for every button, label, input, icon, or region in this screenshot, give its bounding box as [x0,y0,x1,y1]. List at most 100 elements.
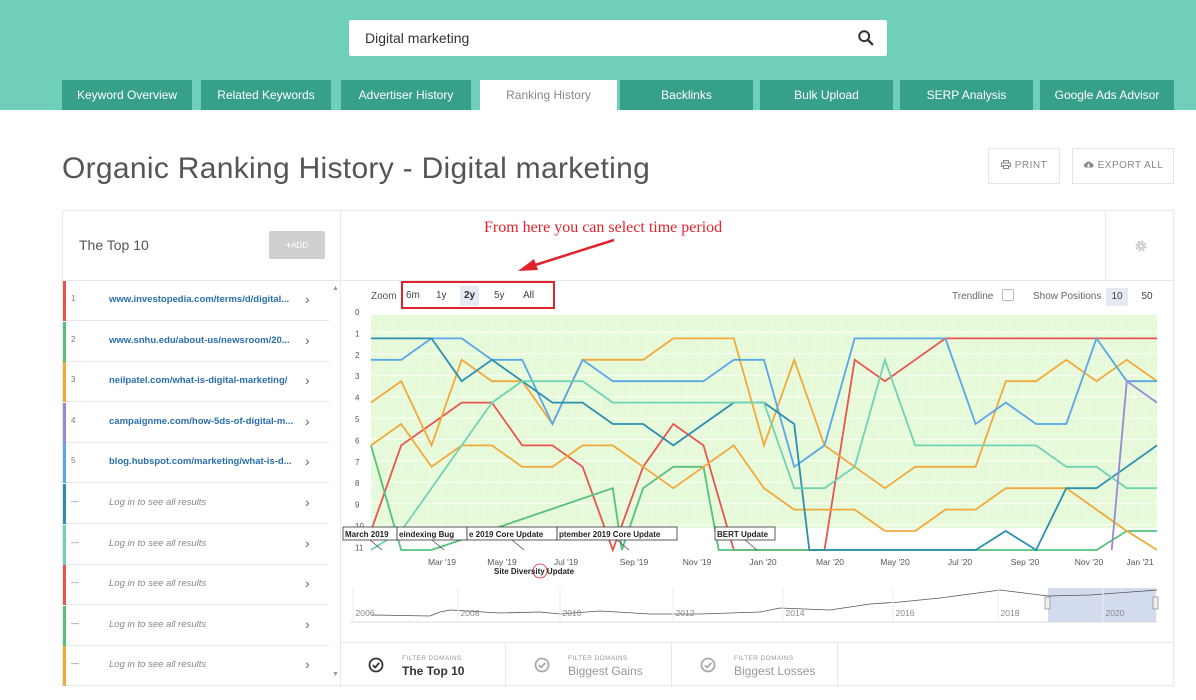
domain-row[interactable]: — Log in to see all results › [63,646,329,687]
search-icon[interactable] [857,29,875,47]
filter-tab-top10[interactable]: FILTER DOMAINS The Top 10 [340,643,506,687]
domain-rank: 1 [71,294,76,303]
domain-url[interactable]: Log in to see all results [109,578,304,589]
zoom-1y-button[interactable]: 1y [432,286,451,306]
trendline-checkbox[interactable] [1002,289,1014,301]
domain-row[interactable]: — Log in to see all results › [63,524,329,565]
check-circle-icon [700,657,716,673]
domain-color-bar [63,605,66,646]
domain-rank: 2 [71,334,76,344]
chevron-right-icon[interactable]: › [305,535,310,551]
ranking-panel: The Top 10 +ADD 1 www.investopedia.com/te… [62,210,1175,687]
chart-header [341,211,1175,281]
domain-row[interactable]: — Log in to see all results › [63,605,329,646]
filter-tab-gains-caption: FILTER DOMAINS [568,655,628,662]
domain-url[interactable]: www.snhu.edu/about-us/newsroom/20... [109,335,304,346]
annotation-arrow [518,238,615,271]
filter-tab-top10-label: The Top 10 [402,664,465,678]
tab-bulk-upload[interactable]: Bulk Upload [760,80,893,110]
zoom-all-button[interactable]: All [519,286,538,306]
domain-row[interactable]: 5 blog.hubspot.com/marketing/what-is-d...… [63,443,329,484]
domain-color-bar [63,281,66,321]
domain-url[interactable]: blog.hubspot.com/marketing/what-is-d... [109,456,304,467]
scroll-down-icon[interactable]: ▼ [332,671,339,678]
chevron-right-icon[interactable]: › [305,575,310,591]
positions-10-button[interactable]: 10 [1106,288,1128,306]
domain-url[interactable]: Log in to see all results [109,497,304,508]
chart-settings[interactable] [1105,211,1175,281]
zoom-5y-button[interactable]: 5y [490,286,509,306]
filter-tab-biggest-gains[interactable]: FILTER DOMAINS Biggest Gains [506,643,672,687]
domain-list-header: The Top 10 +ADD [63,211,341,281]
search-input[interactable]: Digital marketing [349,20,887,56]
domain-url[interactable]: www.investopedia.com/terms/d/digital... [109,294,304,305]
domain-color-bar [63,443,66,484]
annotation-text: From here you can select time period [484,219,723,236]
chevron-right-icon[interactable]: › [305,494,310,510]
add-label: ADD [291,241,309,250]
chevron-right-icon[interactable]: › [305,453,310,469]
tab-keyword-overview[interactable]: Keyword Overview [62,80,192,110]
domain-rank: — [71,537,79,547]
domain-color-bar [63,565,66,606]
check-circle-icon [368,657,384,673]
check-circle-icon [534,657,550,673]
show-positions-label: Show Positions [1033,291,1102,302]
domain-row[interactable]: 1 www.investopedia.com/terms/d/digital...… [63,281,329,321]
chevron-right-icon[interactable]: › [305,372,310,388]
zoom-label: Zoom [371,291,397,302]
chevron-right-icon[interactable]: › [305,291,310,307]
domain-rank: 3 [71,375,76,385]
chevron-right-icon[interactable]: › [305,616,310,632]
domain-row[interactable]: — Log in to see all results › [63,484,329,524]
domain-row[interactable]: 4 campaignme.com/how-5ds-of-digital-m... › [63,402,329,443]
domain-rank: — [71,497,79,506]
add-button[interactable]: +ADD [269,231,325,259]
tab-related-keywords[interactable]: Related Keywords [201,80,331,110]
domain-rank: — [71,578,79,588]
tab-backlinks[interactable]: Backlinks [620,80,753,110]
search-input-value[interactable]: Digital marketing [365,30,469,46]
export-all-label: EXPORT ALL [1097,160,1164,171]
domain-color-bar [63,484,66,524]
tab-advertiser-history[interactable]: Advertiser History [341,80,471,110]
domain-row[interactable]: — Log in to see all results › [63,565,329,606]
filter-tab-losses-caption: FILTER DOMAINS [734,655,794,662]
tab-google-ads-advisor[interactable]: Google Ads Advisor [1040,80,1174,110]
domain-color-bar [63,524,66,565]
domain-rank: — [71,618,79,628]
domain-list-scrollbar[interactable]: ▲ ▼ [329,281,341,687]
domain-row[interactable]: 2 www.snhu.edu/about-us/newsroom/20... › [63,321,329,362]
filter-tab-biggest-losses[interactable]: FILTER DOMAINS Biggest Losses [672,643,838,687]
tab-serp-analysis[interactable]: SERP Analysis [900,80,1033,110]
filter-tab-losses-label: Biggest Losses [734,664,816,678]
positions-50-button[interactable]: 50 [1136,288,1158,306]
tab-ranking-history[interactable]: Ranking History [480,80,617,110]
domain-url[interactable]: Log in to see all results [109,538,304,549]
chevron-right-icon[interactable]: › [305,656,310,672]
zoom-2y-button[interactable]: 2y [460,286,480,306]
domain-url[interactable]: neilpatel.com/what-is-digital-marketing/ [109,375,304,386]
domain-color-bar [63,402,66,443]
export-all-button[interactable]: EXPORT ALL [1072,148,1174,184]
print-button[interactable]: PRINT [988,148,1060,184]
printer-icon [1000,160,1011,169]
chevron-right-icon[interactable]: › [305,413,310,429]
top-bar: Digital marketing Keyword Overview Relat… [0,0,1196,110]
domain-row[interactable]: 3 neilpatel.com/what-is-digital-marketing… [63,362,329,403]
domain-list-title: The Top 10 [79,237,149,253]
domain-rank: — [71,659,79,669]
filter-tabs: FILTER DOMAINS The Top 10 FILTER DOMAINS… [340,642,1174,687]
filter-tab-top10-caption: FILTER DOMAINS [402,655,462,662]
scroll-up-icon[interactable]: ▲ [332,285,339,292]
cloud-download-icon [1083,161,1094,168]
domain-url[interactable]: campaignme.com/how-5ds-of-digital-m... [109,416,304,427]
domain-color-bar [63,646,66,687]
gear-icon[interactable] [1135,240,1147,252]
domain-url[interactable]: Log in to see all results [109,659,304,670]
filter-tab-gains-label: Biggest Gains [568,664,643,678]
page-title: Organic Ranking History - Digital market… [62,152,651,185]
domain-url[interactable]: Log in to see all results [109,619,304,630]
zoom-6m-button[interactable]: 6m [402,286,424,306]
chevron-right-icon[interactable]: › [305,332,310,348]
